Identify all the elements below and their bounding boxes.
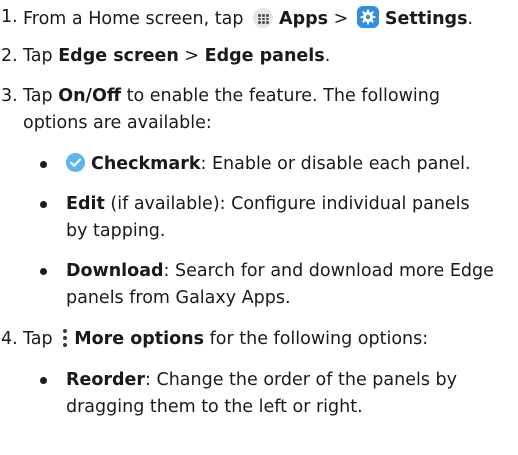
- apps-grid-icon: [253, 8, 274, 28]
- on-off-label: On/Off: [58, 86, 121, 106]
- bullet-text: (if available): Configure individual pan…: [104, 194, 470, 214]
- bullet-dot: [40, 161, 47, 168]
- step-text: From a Home screen, tap: [23, 9, 244, 29]
- punctuation: .: [324, 46, 331, 66]
- checkmark-circle-icon: [66, 153, 85, 172]
- step-text: to enable the feature. The following: [126, 86, 440, 106]
- bullet-text: : Enable or disable each panel.: [200, 154, 471, 174]
- settings-gear-icon: [356, 6, 379, 28]
- step-number: 1.: [1, 7, 18, 27]
- punctuation: .: [467, 9, 474, 29]
- edge-screen-label: Edge screen: [58, 46, 179, 66]
- bullet-text: panels from Galaxy Apps.: [66, 288, 291, 308]
- settings-label: Settings: [384, 9, 468, 29]
- step-text: Tap: [23, 329, 53, 349]
- edge-panels-label: Edge panels: [204, 46, 325, 66]
- step-number: 3.: [1, 86, 18, 106]
- bullet-text: : Search for and download more Edge: [163, 261, 494, 281]
- bullet-text: : Change the order of the panels by: [145, 370, 457, 390]
- bullet-dot: [40, 268, 47, 275]
- separator: >: [333, 9, 349, 29]
- step-text: options are available:: [23, 113, 212, 133]
- bullet-text: by tapping.: [66, 221, 166, 241]
- bullet-term: Edit: [66, 194, 105, 214]
- apps-label: Apps: [279, 9, 329, 29]
- separator: >: [184, 46, 200, 66]
- step-number: 2.: [1, 46, 18, 66]
- step-number: 4.: [1, 329, 18, 349]
- bullet-term: Checkmark: [91, 154, 201, 174]
- more-options-vertical-dots-icon: [62, 328, 68, 348]
- bullet-dot: [40, 377, 47, 384]
- more-options-label: More options: [74, 329, 205, 349]
- bullet-dot: [40, 201, 47, 208]
- step-text: Tap: [23, 86, 53, 106]
- step-text: Tap: [23, 46, 53, 66]
- bullet-text: dragging them to the left or right.: [66, 397, 363, 417]
- bullet-term: Download: [66, 261, 164, 281]
- step-text: for the following options:: [209, 329, 429, 349]
- bullet-term: Reorder: [66, 370, 146, 390]
